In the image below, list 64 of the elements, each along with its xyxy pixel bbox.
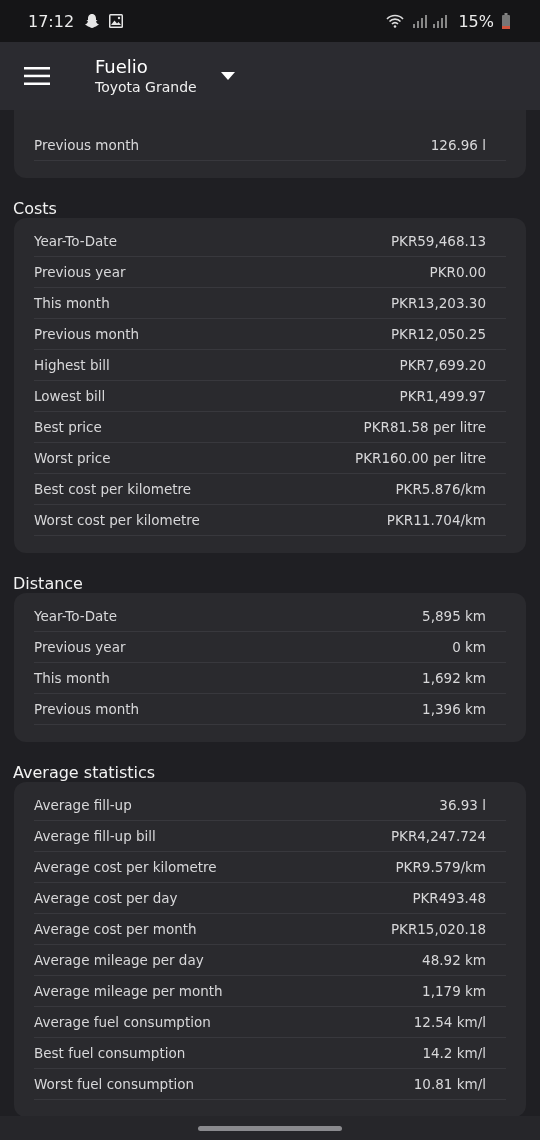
stat-value: PKR493.48 [412,890,486,906]
stat-label: Best cost per kilometre [34,481,192,497]
stat-label: Year-To-Date [34,608,117,624]
dropdown-caret-icon[interactable] [220,72,235,80]
stat-label: Average mileage per month [34,983,223,999]
stat-label: Previous month [34,326,140,342]
stat-label: Average cost per day [34,890,178,906]
stat-label: Average fuel consumption [34,1014,211,1030]
stat-value: PKR5.876/km [395,481,486,497]
stat-value: PKR15,020.18 [390,921,486,937]
stat-label: Best fuel consumption [34,1045,186,1061]
image-icon [108,13,125,29]
stat-value: 1,179 km [422,983,486,999]
stat-value: PKR81.58 per litre [363,419,486,435]
stat-label: This month [34,295,110,311]
battery-icon [502,13,510,29]
stat-label: Previous year [34,264,126,280]
stat-value: PKR12,050.25 [390,326,486,342]
stat-value: PKR13,203.30 [390,295,486,311]
stat-value: 0 km [452,639,486,655]
status-time: 17:12 [28,11,75,31]
ghost-icon [84,13,101,29]
app-title: Fuelio [95,56,149,78]
battery-percentage: 15% [458,11,494,31]
stat-label: Best price [34,419,102,435]
stat-label: Previous year [34,639,126,655]
stat-value: 14.2 km/l [422,1045,486,1061]
stat-label: Worst cost per kilometre [34,512,200,528]
stat-label: Previous month [34,137,140,153]
vehicle-name[interactable]: Toyota Grande [95,78,197,96]
stat-label: Worst price [34,450,111,466]
stat-value: 36.93 l [439,797,486,813]
stat-label: Worst fuel consumption [34,1076,195,1092]
stat-value: PKR0.00 [429,264,486,280]
stat-value: 48.92 km [422,952,486,968]
stat-value: 1,396 km [422,701,486,717]
stat-label: Highest bill [34,357,110,373]
stat-label: Lowest bill [34,388,106,404]
menu-icon[interactable] [24,66,50,86]
stat-value: 5,895 km [422,608,486,624]
stat-value: PKR11.704/km [386,512,486,528]
stat-label: This month [34,670,110,686]
stat-value: PKR9.579/km [395,859,486,875]
stat-value: PKR59,468.13 [390,233,486,249]
stat-label: Average cost per month [34,921,197,937]
wifi-icon [386,14,405,28]
stat-label: Year-To-Date [34,233,117,249]
section-heading: Distance [12,573,84,593]
section-heading: Average statistics [12,762,157,782]
section-heading: Costs [12,198,58,218]
stat-label: Average fill-up [34,797,132,813]
home-handle[interactable] [198,1125,342,1131]
stat-label: Previous month [34,701,140,717]
stat-value: 12.54 km/l [413,1014,486,1030]
stat-value: PKR160.00 per litre [355,450,486,466]
stat-value: 10.81 km/l [413,1076,486,1092]
stat-value: PKR7,699.20 [399,357,486,373]
stat-value: PKR1,499.97 [399,388,486,404]
stat-label: Average fill-up bill [34,828,156,844]
stat-label: Average mileage per day [34,952,204,968]
stat-value: 1,692 km [422,670,486,686]
stat-label: Average cost per kilometre [34,859,217,875]
stat-value: PKR4,247.724 [390,828,486,844]
stat-value: 126.96 l [430,137,486,153]
